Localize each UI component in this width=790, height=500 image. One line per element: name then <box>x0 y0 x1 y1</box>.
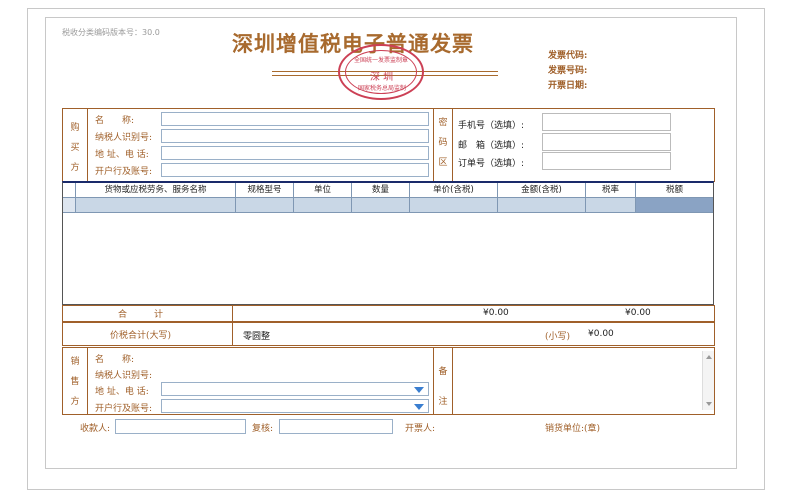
divider <box>433 108 434 181</box>
divider <box>232 305 233 321</box>
chevron-down-icon <box>414 387 424 393</box>
capital-total-label: 价税合计(大写) <box>110 331 172 341</box>
row-separator <box>63 212 713 213</box>
scroll-down-icon[interactable] <box>706 402 712 406</box>
total-label: 合 计 <box>118 310 164 320</box>
side-char: 注 <box>438 397 448 407</box>
column-header: 单价(含税) <box>410 183 498 197</box>
side-char: 密 <box>438 118 448 128</box>
remarks-side-label: 备 注 <box>437 357 449 417</box>
total-tax: ¥0.00 <box>625 308 651 318</box>
column-header: 数量 <box>352 183 410 197</box>
side-char: 区 <box>438 158 448 168</box>
seller-address-phone-select[interactable] <box>161 382 429 396</box>
divider <box>87 347 88 414</box>
column-header: 单位 <box>294 183 352 197</box>
column-header: 税额 <box>665 185 683 195</box>
seller-unit-label: 销货单位:(章) <box>545 424 601 434</box>
divider <box>87 108 88 181</box>
buyer-bank-account-label: 开户行及账号: <box>95 167 153 177</box>
seal-top-text: 全国统一发票监制章 <box>354 57 409 64</box>
column-header: 货物或应税劳务、服务名称 <box>76 183 236 197</box>
invoice-code-label: 发票代码: <box>548 51 588 61</box>
email-input[interactable] <box>542 133 671 151</box>
reviewer-input[interactable] <box>279 419 393 434</box>
email-label: 邮 箱（选填）: <box>458 141 525 151</box>
invoice-seal: 全国统一发票监制章 深 圳 国家税务总局监制 <box>338 44 424 100</box>
row-selector[interactable] <box>63 198 76 212</box>
divider <box>433 347 434 414</box>
invoice-number-label: 发票号码: <box>548 66 588 76</box>
item-unit-price-cell[interactable] <box>410 198 498 212</box>
chevron-down-icon <box>414 404 424 410</box>
payee-input[interactable] <box>115 419 246 434</box>
item-quantity-cell[interactable] <box>352 198 410 212</box>
total-amount: ¥0.00 <box>483 308 509 318</box>
item-tax-rate-cell[interactable] <box>586 198 636 212</box>
side-char: 码 <box>438 138 448 148</box>
side-char: 销 <box>70 357 80 367</box>
row-header-cell <box>63 183 76 197</box>
column-header: 税率 <box>586 183 636 197</box>
seller-address-phone-label: 地 址、电 话: <box>95 387 149 397</box>
phone-label: 手机号（选填）: <box>458 121 525 131</box>
buyer-name-input[interactable] <box>161 112 429 126</box>
small-total-label: (小写) <box>545 332 571 342</box>
seal-bottom-text: 国家税务总局监制 <box>358 85 407 92</box>
side-char: 方 <box>70 163 80 173</box>
buyer-tax-id-input[interactable] <box>161 129 429 143</box>
seller-tax-id-label: 纳税人识别号: <box>95 371 153 381</box>
buyer-address-phone-label: 地 址、电 话: <box>95 150 149 160</box>
scroll-up-icon[interactable] <box>706 355 712 359</box>
seller-side-label: 销 售 方 <box>69 352 81 412</box>
item-unit-cell[interactable] <box>294 198 352 212</box>
buyer-name-label: 名 称: <box>95 116 135 126</box>
issue-date-label: 开票日期: <box>548 81 588 91</box>
drawer-label: 开票人: <box>405 424 436 434</box>
side-char: 购 <box>70 123 80 133</box>
remarks-textarea[interactable] <box>453 348 702 413</box>
column-header: 金额(含税) <box>498 183 586 197</box>
buyer-tax-id-label: 纳税人识别号: <box>95 133 153 143</box>
buyer-side-label: 购 买 方 <box>69 118 81 178</box>
item-tax-cell[interactable] <box>636 198 713 212</box>
items-table: 货物或应税劳务、服务名称 规格型号 单位 数量 单价(含税) 金额(含税) 税率… <box>62 181 714 305</box>
password-area-side-label: 密 码 区 <box>437 113 449 173</box>
column-header: 规格型号 <box>236 183 294 197</box>
capital-total-value: 零圆整 <box>243 332 271 342</box>
order-number-label: 订单号（选填）: <box>458 159 525 169</box>
item-spec-cell[interactable] <box>236 198 294 212</box>
seal-center-text: 深 圳 <box>370 72 394 83</box>
small-total-value: ¥0.00 <box>588 329 614 339</box>
side-char: 方 <box>70 397 80 407</box>
order-number-input[interactable] <box>542 152 671 170</box>
side-char: 备 <box>438 367 448 377</box>
item-name-cell[interactable] <box>76 198 236 212</box>
seller-bank-account-select[interactable] <box>161 399 429 413</box>
buyer-address-phone-input[interactable] <box>161 146 429 160</box>
payee-label: 收款人: <box>80 424 111 434</box>
reviewer-label: 复核: <box>252 424 274 434</box>
buyer-bank-account-input[interactable] <box>161 163 429 177</box>
version-label: 税收分类编码版本号：30.0 <box>62 28 160 37</box>
item-amount-cell[interactable] <box>498 198 586 212</box>
side-char: 买 <box>70 143 80 153</box>
side-char: 售 <box>70 377 80 387</box>
title-city: 深圳 <box>232 31 276 56</box>
divider <box>452 108 453 181</box>
phone-input[interactable] <box>542 113 671 131</box>
seller-bank-account-label: 开户行及账号: <box>95 404 153 414</box>
divider <box>232 322 233 345</box>
seller-name-label: 名 称: <box>95 355 135 365</box>
remarks-scrollbar[interactable] <box>702 351 714 410</box>
